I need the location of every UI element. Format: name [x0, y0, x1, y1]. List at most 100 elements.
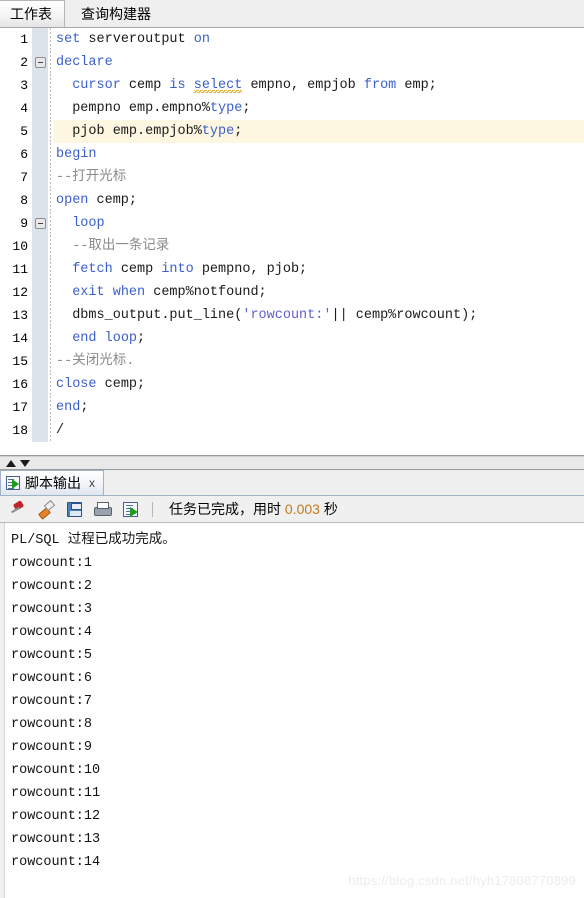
code-token: when	[112, 285, 146, 300]
line-number: 1	[0, 28, 32, 51]
code-text: set serveroutput on	[54, 28, 584, 51]
code-token: cursor	[72, 78, 121, 93]
output-line: rowcount:3	[11, 602, 93, 617]
panel-splitter[interactable]	[0, 456, 584, 470]
code-token: type	[201, 124, 235, 139]
fold-collapse-icon[interactable]	[34, 57, 46, 68]
code-line[interactable]: 15 --关闭光标.	[0, 350, 584, 373]
code-token: exit	[72, 285, 105, 300]
code-line[interactable]: 4 pempno emp.empno%type;	[0, 97, 584, 120]
code-line[interactable]: 3 cursor cemp is select empno, empjob fr…	[0, 74, 584, 97]
code-line[interactable]: 16 close cemp;	[0, 373, 584, 396]
output-line: rowcount:8	[11, 717, 93, 732]
worksheet-tab-1[interactable]: 查询构建器	[71, 0, 163, 27]
code-token: serveroutput	[80, 32, 194, 47]
line-number: 5	[0, 120, 32, 143]
code-line[interactable]: 17 end;	[0, 396, 584, 419]
fold-column	[32, 258, 48, 281]
code-token: || cemp%rowcount);	[331, 308, 478, 323]
fold-column	[32, 120, 48, 143]
indent-guide	[48, 51, 54, 74]
line-number: 8	[0, 189, 32, 212]
output-line: rowcount:4	[11, 625, 93, 640]
code-token: empno, empjob	[242, 78, 364, 93]
code-text: /	[54, 419, 584, 442]
code-line[interactable]: 18 /	[0, 419, 584, 442]
fold-column[interactable]	[32, 51, 48, 74]
code-text: cursor cemp is select empno, empjob from…	[54, 74, 584, 97]
code-line[interactable]: 5 pjob emp.empjob%type;	[0, 120, 584, 143]
code-token: loop	[104, 331, 138, 346]
code-line[interactable]: 13 dbms_output.put_line('rowcount:'|| ce…	[0, 304, 584, 327]
code-token: pjob emp.empjob%	[56, 124, 202, 139]
code-line[interactable]: 12 exit when cemp%notfound;	[0, 281, 584, 304]
code-line[interactable]: 2 declare	[0, 51, 584, 74]
pin-icon	[10, 501, 26, 517]
indent-guide	[48, 143, 54, 166]
pin-button[interactable]	[8, 499, 28, 519]
fold-column[interactable]	[32, 212, 48, 235]
code-token: into	[161, 262, 194, 277]
output-line: rowcount:1	[11, 556, 93, 571]
output-line: rowcount:11	[11, 786, 101, 801]
indent-guide	[48, 166, 54, 189]
sql-code-editor[interactable]: 1 set serveroutput on 2 declare 3 cursor cem…	[0, 28, 584, 456]
code-token: cemp	[112, 262, 162, 277]
indent-guide	[48, 396, 54, 419]
output-line: rowcount:9	[11, 740, 93, 755]
eraser-button[interactable]	[36, 499, 56, 519]
output-text-area[interactable]: PL/SQL 过程已成功完成。 rowcount:1 rowcount:2 rowco…	[0, 523, 584, 898]
status-elapsed-seconds: 0.003	[284, 501, 320, 517]
code-line[interactable]: 9 loop	[0, 212, 584, 235]
print-button[interactable]	[92, 499, 112, 519]
close-icon[interactable]: x	[89, 476, 95, 490]
line-number: 15	[0, 350, 32, 373]
code-line[interactable]: 11 fetch cemp into pempno, pjob;	[0, 258, 584, 281]
code-token: cemp;	[96, 377, 146, 392]
indent-guide	[48, 189, 54, 212]
code-text: loop	[54, 212, 584, 235]
code-line[interactable]: 1 set serveroutput on	[0, 28, 584, 51]
code-text: end;	[54, 396, 584, 419]
code-token: --打开光标	[56, 170, 127, 185]
output-line: rowcount:6	[11, 671, 93, 686]
code-text: begin	[54, 143, 584, 166]
code-token: begin	[56, 147, 97, 162]
indent-guide	[48, 28, 54, 51]
save-icon	[66, 501, 82, 517]
save-button[interactable]	[64, 499, 84, 519]
code-text: pempno emp.empno%type;	[54, 97, 584, 120]
code-line[interactable]: 6 begin	[0, 143, 584, 166]
code-text: close cemp;	[54, 373, 584, 396]
code-line[interactable]: 14 end loop;	[0, 327, 584, 350]
code-token: is	[169, 78, 186, 93]
code-line[interactable]: 8 open cemp;	[0, 189, 584, 212]
code-line[interactable]: 7 --打开光标	[0, 166, 584, 189]
sql-developer-window: 工作表 查询构建器 1 set serveroutput on 2 declare 3 c…	[0, 0, 584, 898]
line-number: 7	[0, 166, 32, 189]
code-line[interactable]: 10 --取出一条记录	[0, 235, 584, 258]
code-token: end	[56, 400, 81, 415]
code-token: /	[56, 423, 65, 438]
fold-collapse-icon[interactable]	[34, 218, 46, 229]
code-token: ;	[80, 400, 89, 415]
indent-guide	[48, 419, 54, 442]
indent-guide	[48, 281, 54, 304]
fold-column	[32, 235, 48, 258]
collapse-up-icon[interactable]	[6, 459, 16, 467]
tab-script-output[interactable]: 脚本输出 x	[0, 470, 104, 495]
fold-column	[32, 396, 48, 419]
fold-column	[32, 281, 48, 304]
run-script-button[interactable]	[120, 499, 140, 519]
code-token: dbms_output.put_line(	[56, 308, 243, 323]
collapse-down-icon[interactable]	[20, 459, 30, 467]
code-token: 'rowcount:'	[242, 308, 332, 323]
output-line: rowcount:10	[11, 763, 101, 778]
worksheet-tab-0[interactable]: 工作表	[0, 0, 65, 27]
line-number: 17	[0, 396, 32, 419]
code-token: pempno emp.empno%	[56, 101, 210, 116]
indent-guide	[48, 373, 54, 396]
